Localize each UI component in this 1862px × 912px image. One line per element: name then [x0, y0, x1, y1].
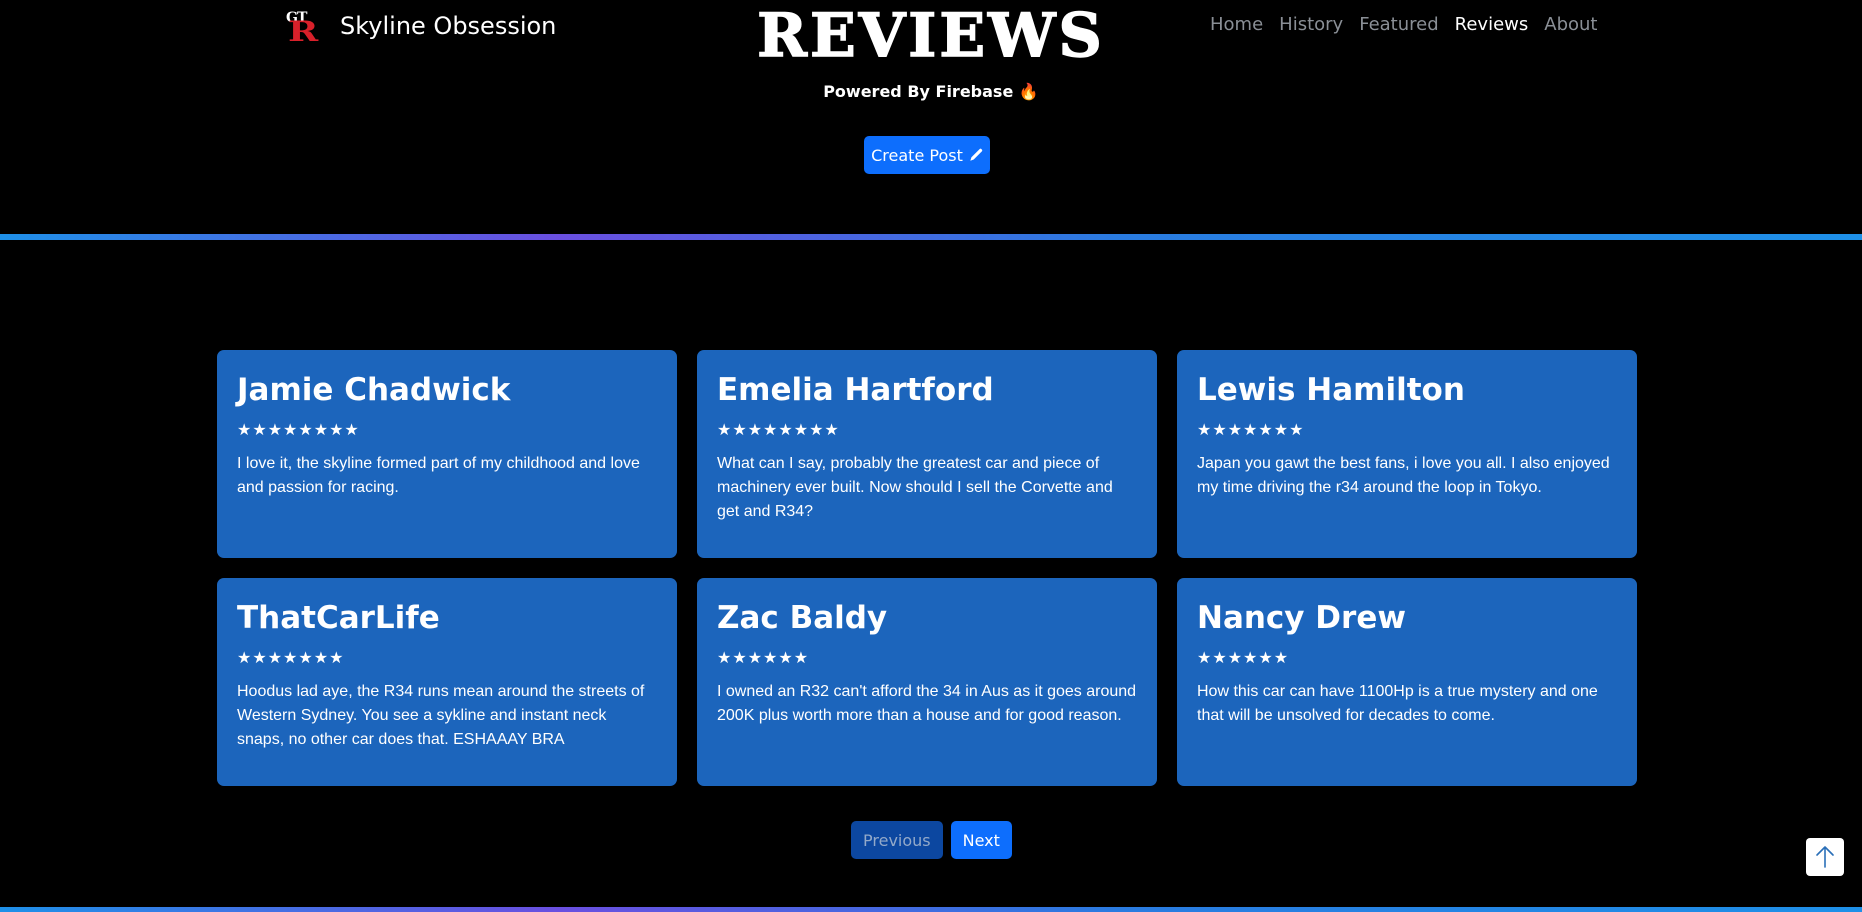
- reviewer-name: Jamie Chadwick: [237, 372, 511, 408]
- star-rating: ★★★★★★: [1197, 650, 1290, 667]
- page-title: REVIEWS: [756, 0, 1105, 72]
- bottom-divider: [0, 907, 1862, 912]
- reviewer-name: Emelia Hartford: [717, 372, 994, 408]
- review-card: Jamie Chadwick ★★★★★★★★ I love it, the s…: [217, 350, 677, 558]
- star-rating: ★★★★★★★★: [717, 422, 840, 439]
- reviewer-name: Lewis Hamilton: [1197, 372, 1465, 408]
- review-text: I love it, the skyline formed part of my…: [237, 455, 640, 496]
- review-text: I owned an R32 can't afford the 34 in Au…: [717, 683, 1137, 724]
- review-text: How this car can have 1100Hp is a true m…: [1197, 683, 1598, 724]
- review-card: ThatCarLife ★★★★★★★ Hoodus lad aye, the …: [217, 578, 677, 786]
- reviewer-name: ThatCarLife: [237, 600, 440, 636]
- next-button[interactable]: Next: [950, 821, 1012, 859]
- review-card: Zac Baldy ★★★★★★ I owned an R32 can't af…: [697, 578, 1157, 786]
- powered-by-text: Powered By Firebase 🔥: [0, 82, 1862, 101]
- review-text: What can I say, probably the greatest ca…: [717, 455, 1113, 520]
- star-rating: ★★★★★★★★: [237, 422, 360, 439]
- review-card: Lewis Hamilton ★★★★★★★ Japan you gawt th…: [1177, 350, 1637, 558]
- scroll-to-top-button[interactable]: [1806, 838, 1844, 876]
- review-card: Emelia Hartford ★★★★★★★★ What can I say,…: [697, 350, 1157, 558]
- review-grid: Jamie Chadwick ★★★★★★★★ I love it, the s…: [217, 350, 1637, 786]
- review-card: Nancy Drew ★★★★★★ How this car can have …: [1177, 578, 1637, 786]
- review-text: Japan you gawt the best fans, i love you…: [1197, 455, 1610, 496]
- fire-icon: 🔥: [1018, 82, 1039, 101]
- pencil-icon: [970, 148, 983, 161]
- create-post-button[interactable]: Create Post: [864, 136, 990, 174]
- page: GT R Skyline Obsession Home History Feat…: [0, 0, 1862, 912]
- star-rating: ★★★★★★: [717, 650, 810, 667]
- create-post-label: Create Post: [871, 145, 963, 165]
- pagination: Previous Next: [851, 821, 1012, 859]
- previous-button[interactable]: Previous: [851, 821, 943, 859]
- powered-by-label: Powered By Firebase: [823, 82, 1014, 101]
- reviewer-name: Zac Baldy: [717, 600, 888, 636]
- star-rating: ★★★★★★★: [237, 650, 345, 667]
- arrow-up-icon: [1816, 846, 1834, 868]
- star-rating: ★★★★★★★: [1197, 422, 1305, 439]
- reviewer-name: Nancy Drew: [1197, 600, 1406, 636]
- top-divider: [0, 234, 1862, 240]
- review-text: Hoodus lad aye, the R34 runs mean around…: [237, 683, 645, 748]
